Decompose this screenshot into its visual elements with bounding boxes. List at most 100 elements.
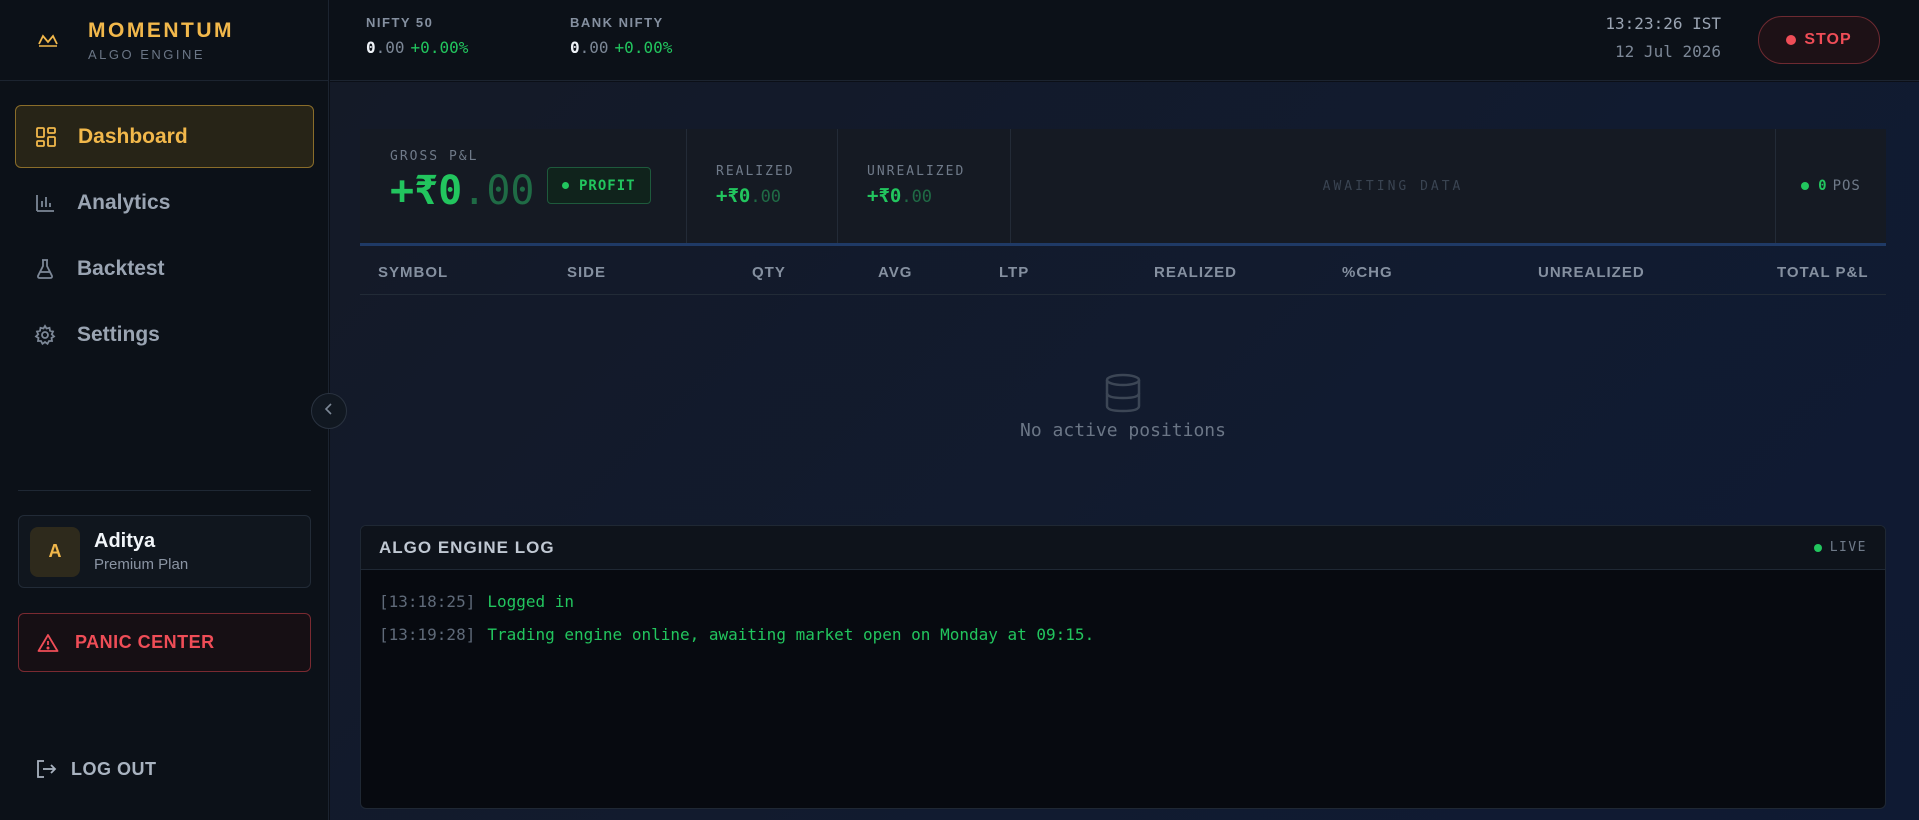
positions-count: 0 POS bbox=[1776, 129, 1886, 243]
gross-pnl-int: +₹0 bbox=[390, 168, 463, 214]
profit-dot-icon bbox=[562, 182, 569, 189]
column-header-side[interactable]: SIDE bbox=[567, 264, 606, 281]
bar-chart-icon bbox=[33, 191, 57, 215]
chevron-left-icon bbox=[324, 402, 334, 420]
brand-subtitle: ALGO ENGINE bbox=[88, 46, 206, 62]
column-header-unrealized[interactable]: UNREALIZED bbox=[1538, 264, 1645, 281]
ticker-banknifty: BANK NIFTY 0.00 +0.00% bbox=[570, 15, 672, 57]
logout-icon bbox=[35, 758, 57, 780]
log-timestamp: [13:19:28] bbox=[379, 625, 476, 644]
ticker-int: 0 bbox=[366, 38, 376, 57]
sidebar-item-label: Backtest bbox=[77, 256, 165, 280]
ticker-dec: .00 bbox=[375, 38, 405, 57]
brand: MOMENTUM ALGO ENGINE bbox=[0, 0, 328, 81]
clock: 13:23:26 IST 12 Jul 2026 bbox=[1605, 14, 1721, 61]
sidebar-collapse-button[interactable] bbox=[311, 393, 347, 429]
log-text: Trading engine online, awaiting market o… bbox=[487, 625, 1095, 644]
logout-button[interactable]: LOG OUT bbox=[35, 758, 157, 780]
unrealized-int: +₹0 bbox=[867, 185, 902, 207]
awaiting-data: AWAITING DATA bbox=[1011, 129, 1776, 243]
ticker-dec: .00 bbox=[579, 38, 609, 57]
column-header-ltp[interactable]: LTP bbox=[999, 264, 1029, 281]
flask-icon bbox=[33, 257, 57, 281]
stop-label: STOP bbox=[1804, 31, 1852, 48]
positions-number: 0 bbox=[1818, 178, 1827, 194]
clock-time: 13:23:26 IST bbox=[1605, 14, 1721, 33]
unrealized-value: +₹0.00 bbox=[867, 185, 1010, 207]
realized-label: REALIZED bbox=[716, 164, 795, 179]
top-header: NIFTY 50 0.00 +0.00% BANK NIFTY 0.00 +0.00… bbox=[330, 0, 1919, 81]
positions-dot-icon bbox=[1801, 182, 1810, 190]
ticker-nifty50: NIFTY 50 0.00 +0.00% bbox=[366, 15, 468, 57]
sidebar-item-dashboard[interactable]: Dashboard bbox=[15, 105, 314, 168]
panic-center-label: PANIC CENTER bbox=[75, 632, 215, 652]
ticker-value: 0.00 +0.00% bbox=[366, 38, 468, 57]
warning-triangle-icon bbox=[37, 633, 59, 653]
column-header-avg[interactable]: AVG bbox=[878, 264, 912, 281]
positions-table-header: SYMBOL SIDE QTY AVG LTP REALIZED %CHG UN… bbox=[360, 248, 1886, 295]
unrealized-dec: .00 bbox=[901, 187, 933, 207]
log-line: [13:19:28] Trading engine online, awaitin… bbox=[379, 618, 1867, 651]
panic-center-button[interactable]: PANIC CENTER bbox=[18, 613, 311, 672]
log-timestamp: [13:18:25] bbox=[379, 592, 476, 611]
log-line: [13:18:25] Logged in bbox=[379, 585, 1867, 618]
dashboard-main: GROSS P&L +₹0.00 PROFIT REALIZED +₹0.00 … bbox=[330, 82, 1919, 820]
log-title: ALGO ENGINE LOG bbox=[379, 537, 555, 557]
ticker-change: +0.00% bbox=[614, 38, 673, 57]
live-label: LIVE bbox=[1829, 540, 1867, 555]
sidebar-item-analytics[interactable]: Analytics bbox=[15, 171, 314, 234]
sidebar-item-label: Analytics bbox=[77, 190, 171, 214]
database-icon bbox=[360, 372, 1886, 414]
ticker-value: 0.00 +0.00% bbox=[570, 38, 672, 57]
live-indicator: LIVE bbox=[1813, 540, 1867, 555]
sidebar: MOMENTUM ALGO ENGINE Dashboard Analytics… bbox=[0, 0, 329, 820]
pnl-summary-bar: GROSS P&L +₹0.00 PROFIT REALIZED +₹0.00 … bbox=[360, 129, 1886, 246]
clock-date: 12 Jul 2026 bbox=[1615, 42, 1721, 61]
user-plan: Premium Plan bbox=[94, 556, 189, 573]
gear-icon bbox=[33, 323, 57, 347]
algo-engine-log: ALGO ENGINE LOG LIVE [13:18:25] Logged in… bbox=[360, 525, 1886, 809]
sidebar-nav: Dashboard Analytics Backtest Settings bbox=[15, 105, 314, 369]
empty-message: No active positions bbox=[1020, 420, 1226, 441]
sidebar-divider bbox=[18, 490, 311, 491]
momentum-logo-icon bbox=[33, 25, 63, 55]
column-header-symbol[interactable]: SYMBOL bbox=[378, 264, 448, 281]
unrealized-label: UNREALIZED bbox=[867, 164, 966, 179]
sidebar-item-backtest[interactable]: Backtest bbox=[15, 237, 314, 300]
log-body: [13:18:25] Logged in [13:19:28] Trading en… bbox=[361, 570, 1885, 666]
avatar: A bbox=[30, 526, 80, 577]
positions-label: POS bbox=[1832, 178, 1861, 194]
log-header: ALGO ENGINE LOG LIVE bbox=[361, 526, 1885, 570]
gross-pnl-label: GROSS P&L bbox=[390, 149, 479, 164]
ticker-label: NIFTY 50 bbox=[366, 15, 434, 30]
column-header-total-pnl[interactable]: TOTAL P&L bbox=[1777, 264, 1869, 281]
realized-int: +₹0 bbox=[716, 185, 751, 207]
gross-pnl: GROSS P&L +₹0.00 PROFIT bbox=[360, 129, 687, 243]
live-dot-icon bbox=[1813, 543, 1822, 552]
realized-value: +₹0.00 bbox=[716, 185, 837, 207]
gross-pnl-dec: .00 bbox=[462, 168, 535, 214]
sidebar-item-settings[interactable]: Settings bbox=[15, 303, 314, 366]
status-badge: PROFIT bbox=[547, 167, 651, 204]
stop-button[interactable]: STOP bbox=[1758, 16, 1880, 64]
log-text: Logged in bbox=[487, 592, 575, 611]
sidebar-item-label: Dashboard bbox=[78, 124, 188, 148]
realized-dec: .00 bbox=[750, 187, 782, 207]
brand-title: MOMENTUM bbox=[88, 18, 234, 42]
column-header-realized[interactable]: REALIZED bbox=[1154, 264, 1237, 281]
column-header-qty[interactable]: QTY bbox=[752, 264, 786, 281]
ticker-int: 0 bbox=[570, 38, 580, 57]
ticker-label: BANK NIFTY bbox=[570, 15, 664, 30]
stop-dot-icon bbox=[1786, 35, 1797, 45]
user-name: Aditya bbox=[94, 530, 156, 552]
logout-label: LOG OUT bbox=[71, 758, 157, 779]
user-card[interactable]: A Aditya Premium Plan bbox=[18, 515, 311, 588]
dashboard-grid-icon bbox=[34, 125, 58, 149]
sidebar-item-label: Settings bbox=[77, 322, 160, 346]
column-header-chg[interactable]: %CHG bbox=[1342, 264, 1393, 281]
ticker-change: +0.00% bbox=[410, 38, 469, 57]
empty-positions: No active positions bbox=[360, 372, 1886, 441]
profit-badge-label: PROFIT bbox=[579, 177, 636, 194]
realized-pnl: REALIZED +₹0.00 bbox=[687, 129, 838, 243]
unrealized-pnl: UNREALIZED +₹0.00 bbox=[838, 129, 1011, 243]
